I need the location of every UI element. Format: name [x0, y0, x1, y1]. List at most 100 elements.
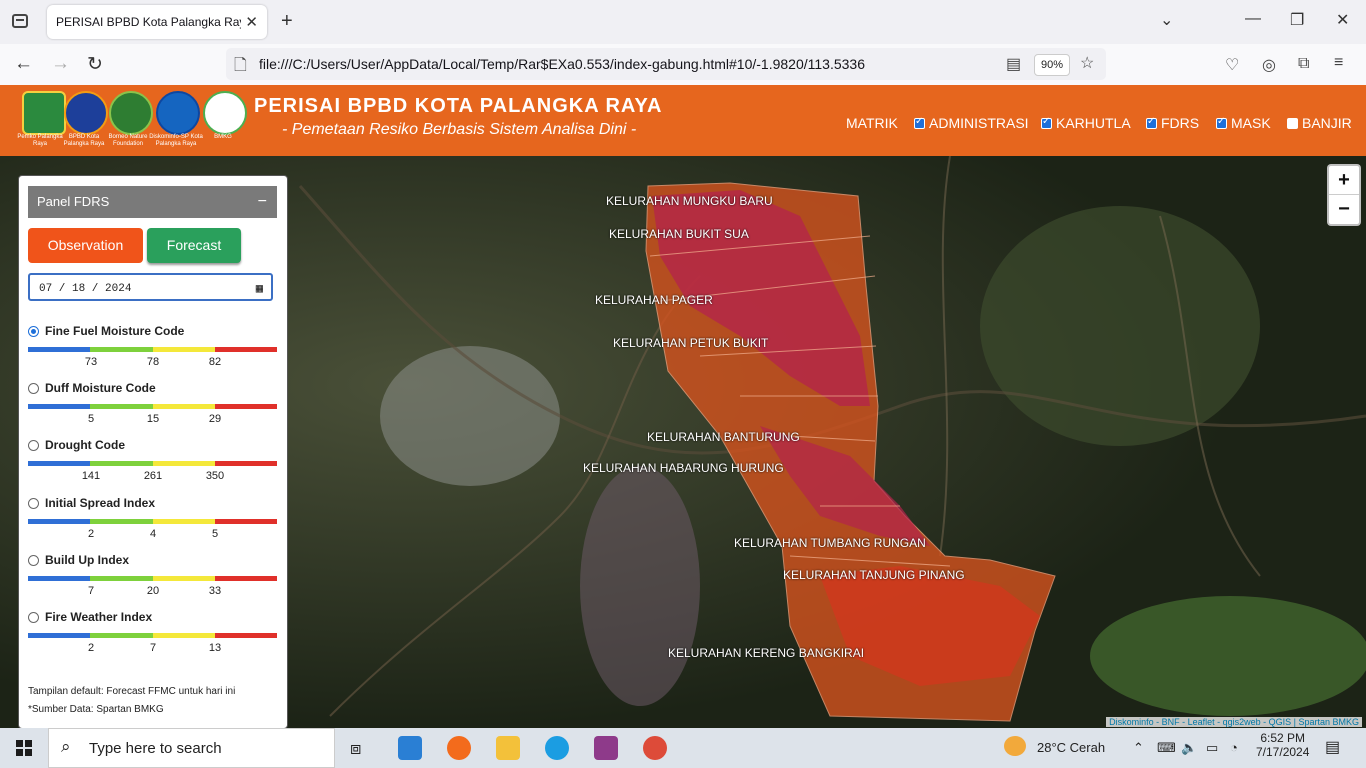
checkbox-icon[interactable]	[1287, 117, 1298, 129]
forward-icon[interactable]: →	[51, 53, 70, 75]
taskbar-search[interactable]: ⌕ Type here to search	[48, 728, 335, 768]
battery-icon[interactable]: ▭	[1206, 740, 1218, 756]
date-input[interactable]: 07 / 18 / 2024 ▦	[28, 273, 273, 301]
radio-button-icon[interactable]	[28, 439, 39, 451]
scale-segment	[90, 461, 153, 466]
tab-list-icon[interactable]	[12, 14, 28, 28]
fdrs-index-option[interactable]: Initial Spread Index 2 4 5	[28, 496, 277, 542]
radio-button-icon[interactable]	[28, 497, 39, 509]
clock-time: 6:52 PM	[1260, 731, 1306, 745]
fdrs-index-option[interactable]: Duff Moisture Code 5 15 29	[28, 381, 277, 427]
minimize-icon[interactable]: —	[1245, 10, 1261, 28]
observation-button[interactable]: Observation	[28, 228, 143, 263]
back-icon[interactable]: ←	[14, 53, 33, 75]
app-menu-icon[interactable]: ≡	[1334, 54, 1343, 72]
zoom-level[interactable]: 90%	[1034, 54, 1070, 76]
radio-button-icon[interactable]	[28, 611, 39, 623]
menu-karhutla[interactable]: KARHUTLA	[1041, 115, 1131, 131]
scale-tick-label: 78	[146, 356, 160, 368]
close-window-icon[interactable]: ✕	[1336, 10, 1349, 30]
scale-tick-label: 5	[211, 528, 219, 540]
scale-segment	[152, 404, 215, 409]
index-radio-label[interactable]: Fire Weather Index	[28, 610, 277, 624]
weather-icon[interactable]	[1004, 736, 1026, 756]
clock-date: 7/17/2024	[1256, 745, 1310, 759]
weather-text[interactable]: 28°C Cerah	[1037, 740, 1105, 755]
reader-view-icon[interactable]: ▤	[1006, 54, 1021, 74]
new-tab-icon[interactable]: +	[281, 10, 293, 33]
zoom-out-button[interactable]: −	[1329, 195, 1359, 223]
scale-segment	[28, 576, 91, 581]
index-radio-label[interactable]: Duff Moisture Code	[28, 381, 277, 395]
tray-chevron-icon[interactable]: ⌃	[1133, 740, 1144, 756]
color-scale-bar	[28, 461, 277, 466]
menu-mask[interactable]: MASK	[1216, 115, 1271, 131]
radio-button-icon[interactable]	[28, 554, 39, 566]
minimize-panel-button[interactable]: −	[258, 186, 267, 218]
clock[interactable]: 6:52 PM 7/17/2024	[1256, 731, 1309, 759]
scale-ticks: 7 20 33	[28, 585, 277, 599]
map-label: KELURAHAN KERENG BANGKIRAI	[668, 646, 865, 660]
winrar-icon[interactable]	[594, 736, 618, 760]
map-label: KELURAHAN TANJUNG PINANG	[783, 568, 965, 582]
menu-administrasi[interactable]: ADMINISTRASI	[914, 115, 1029, 131]
scale-tick-label: 15	[146, 413, 160, 425]
menu-fdrs[interactable]: FDRS	[1146, 115, 1199, 131]
map-attribution[interactable]: Diskominfo - BNF - Leaflet - qgis2web - …	[1106, 717, 1362, 727]
source-note: *Sumber Data: Spartan BMKG	[28, 704, 164, 715]
browser-tab[interactable]: PERISAI BPBD Kota Palangka Raya ✕	[47, 5, 267, 39]
fdrs-index-option[interactable]: Drought Code 141 261 350	[28, 438, 277, 484]
checkbox-icon[interactable]	[1146, 116, 1157, 129]
forecast-button[interactable]: Forecast	[147, 228, 241, 263]
radio-button-icon[interactable]	[28, 325, 39, 337]
radio-button-icon[interactable]	[28, 382, 39, 394]
index-radio-label[interactable]: Fine Fuel Moisture Code	[28, 324, 277, 338]
account-icon[interactable]: ◎	[1262, 55, 1276, 75]
zoom-in-button[interactable]: +	[1329, 166, 1359, 195]
fdrs-index-option[interactable]: Fine Fuel Moisture Code 73 78 82	[28, 324, 277, 370]
scale-segment	[152, 576, 215, 581]
fdrs-index-option[interactable]: Fire Weather Index 2 7 13	[28, 610, 277, 656]
restore-icon[interactable]: ❐	[1290, 10, 1304, 30]
firefox-icon[interactable]	[447, 736, 471, 760]
scale-ticks: 73 78 82	[28, 356, 277, 370]
calendar-icon[interactable]: ▦	[256, 275, 263, 303]
extensions-icon[interactable]: ⧉	[1298, 55, 1309, 73]
menu-banjir[interactable]: BANJIR	[1287, 115, 1352, 131]
index-label: Duff Moisture Code	[45, 381, 156, 395]
edge-icon[interactable]	[545, 736, 569, 760]
pocket-icon[interactable]: ♡	[1225, 55, 1239, 75]
tab-overflow-chevron-icon[interactable]: ⌄	[1160, 10, 1173, 30]
windows-start-icon[interactable]	[16, 740, 32, 756]
scale-tick-label: 261	[143, 470, 163, 482]
file-icon: 🗋	[234, 57, 247, 74]
index-radio-label[interactable]: Drought Code	[28, 438, 277, 452]
chrome-icon[interactable]	[643, 736, 667, 760]
menu-matrik[interactable]: MATRIK	[846, 115, 898, 131]
volume-icon[interactable]: 🔈	[1181, 740, 1197, 756]
tab-close-icon[interactable]: ✕	[245, 13, 258, 31]
scale-tick-label: 73	[84, 356, 98, 368]
checkbox-icon[interactable]	[1216, 116, 1227, 129]
address-bar[interactable]: 🗋 file:///C:/Users/User/AppData/Local/Te…	[226, 48, 1106, 80]
date-value: 07 / 18 / 2024	[39, 283, 132, 295]
checkbox-icon[interactable]	[914, 116, 925, 129]
fdrs-index-option[interactable]: Build Up Index 7 20 33	[28, 553, 277, 599]
notification-icon[interactable]: ▤	[1325, 737, 1340, 757]
wifi-icon[interactable]: ◔	[1230, 740, 1238, 755]
scale-segment	[214, 576, 277, 581]
reload-icon[interactable]: ↻	[87, 53, 103, 76]
file-explorer-icon[interactable]	[496, 736, 520, 760]
tab-title: PERISAI BPBD Kota Palangka Raya	[56, 15, 241, 29]
index-radio-label[interactable]: Build Up Index	[28, 553, 277, 567]
keyboard-icon[interactable]: ⌨	[1157, 740, 1176, 756]
mail-icon[interactable]	[398, 736, 422, 760]
scale-segment	[152, 633, 215, 638]
scale-segment	[214, 347, 277, 352]
scale-tick-label: 141	[81, 470, 101, 482]
checkbox-icon[interactable]	[1041, 116, 1052, 129]
index-label: Fine Fuel Moisture Code	[45, 324, 185, 338]
task-view-icon[interactable]: ⧈	[350, 736, 374, 760]
index-radio-label[interactable]: Initial Spread Index	[28, 496, 277, 510]
bookmark-star-icon[interactable]: ☆	[1080, 53, 1094, 73]
